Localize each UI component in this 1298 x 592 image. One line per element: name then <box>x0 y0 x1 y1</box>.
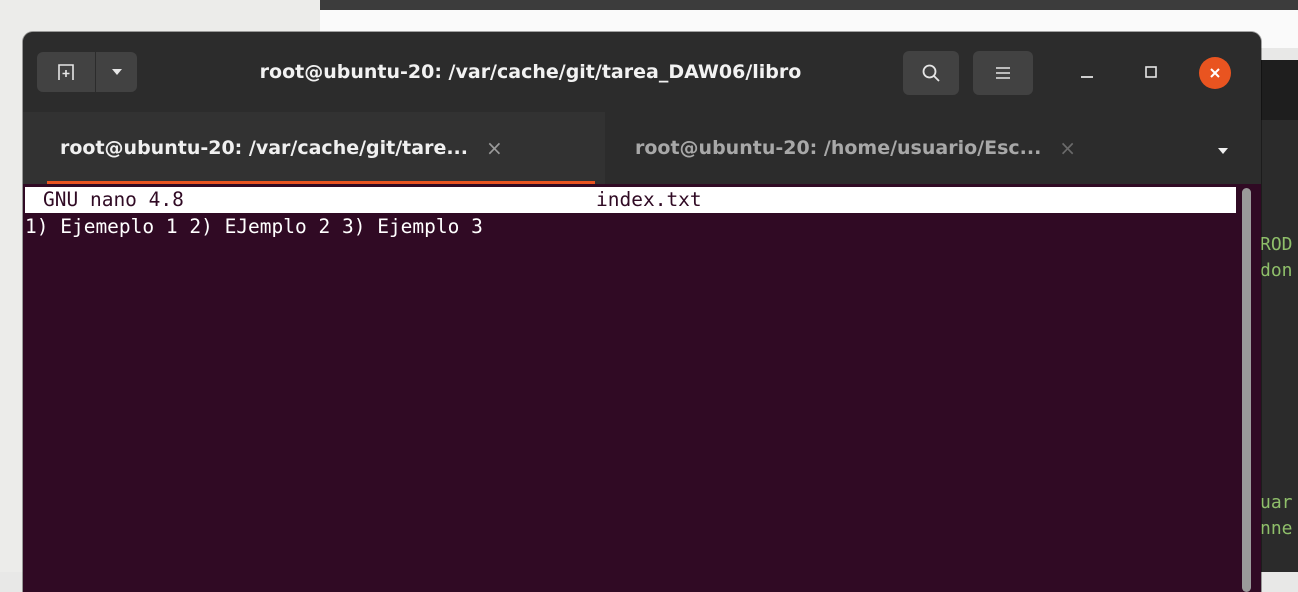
terminal-content[interactable]: GNU nano 4.8 index.txt 1) Ejemeplo 1 2) … <box>23 184 1261 592</box>
search-button[interactable] <box>903 51 959 95</box>
terminal-window: root@ubuntu-20: /var/cache/git/tarea_DAW… <box>23 32 1261 592</box>
new-tab-icon <box>58 64 74 80</box>
background-text-fragment: ROD <box>1260 234 1293 255</box>
tab-close-button[interactable]: × <box>1059 136 1076 160</box>
chevron-down-icon <box>111 69 122 75</box>
hamburger-menu-icon <box>996 67 1010 79</box>
scrollbar-thumb[interactable] <box>1242 188 1251 592</box>
nano-version: GNU nano 4.8 <box>43 188 184 211</box>
tab-inactive[interactable]: root@ubuntu-20: /home/usuario/Esc... × <box>613 112 1148 184</box>
new-tab-button[interactable] <box>37 52 95 92</box>
search-icon <box>922 64 940 82</box>
background-text-fragment: don <box>1260 260 1293 281</box>
editor-line: 1) Ejemeplo 1 2) EJemplo 2 3) Ejemplo 3 <box>25 215 483 238</box>
tab-active[interactable]: root@ubuntu-20: /var/cache/git/tare... × <box>23 112 605 184</box>
window-title: root@ubuntu-20: /var/cache/git/tarea_DAW… <box>259 61 802 83</box>
new-tab-dropdown-button[interactable] <box>96 52 137 92</box>
nano-filename: index.txt <box>596 188 702 211</box>
chevron-down-icon <box>1218 148 1228 154</box>
tab-label: root@ubuntu-20: /var/cache/git/tare... <box>60 137 468 159</box>
close-icon <box>1210 68 1220 78</box>
background-text-fragment: nne <box>1260 518 1293 539</box>
background-text-fragment: uar <box>1260 492 1293 513</box>
menu-button[interactable] <box>973 51 1033 95</box>
tab-close-button[interactable]: × <box>486 136 503 160</box>
tab-list-button[interactable] <box>1208 136 1238 166</box>
tab-bar: root@ubuntu-20: /var/cache/git/tare... ×… <box>23 112 1261 184</box>
minimize-icon <box>1081 76 1093 78</box>
background-window-strip <box>1256 60 1298 120</box>
new-tab-button-group <box>37 52 137 92</box>
maximize-icon <box>1145 66 1157 78</box>
close-button[interactable] <box>1199 57 1231 89</box>
background-window-right: ROD don uar nne <box>1256 60 1298 572</box>
maximize-button[interactable] <box>1135 56 1167 88</box>
minimize-button[interactable] <box>1071 56 1103 88</box>
nano-title-bar: GNU nano 4.8 index.txt <box>25 187 1236 213</box>
tab-label: root@ubuntu-20: /home/usuario/Esc... <box>635 137 1042 159</box>
title-bar: root@ubuntu-20: /var/cache/git/tarea_DAW… <box>23 32 1261 112</box>
scrollbar[interactable] <box>1242 188 1251 592</box>
